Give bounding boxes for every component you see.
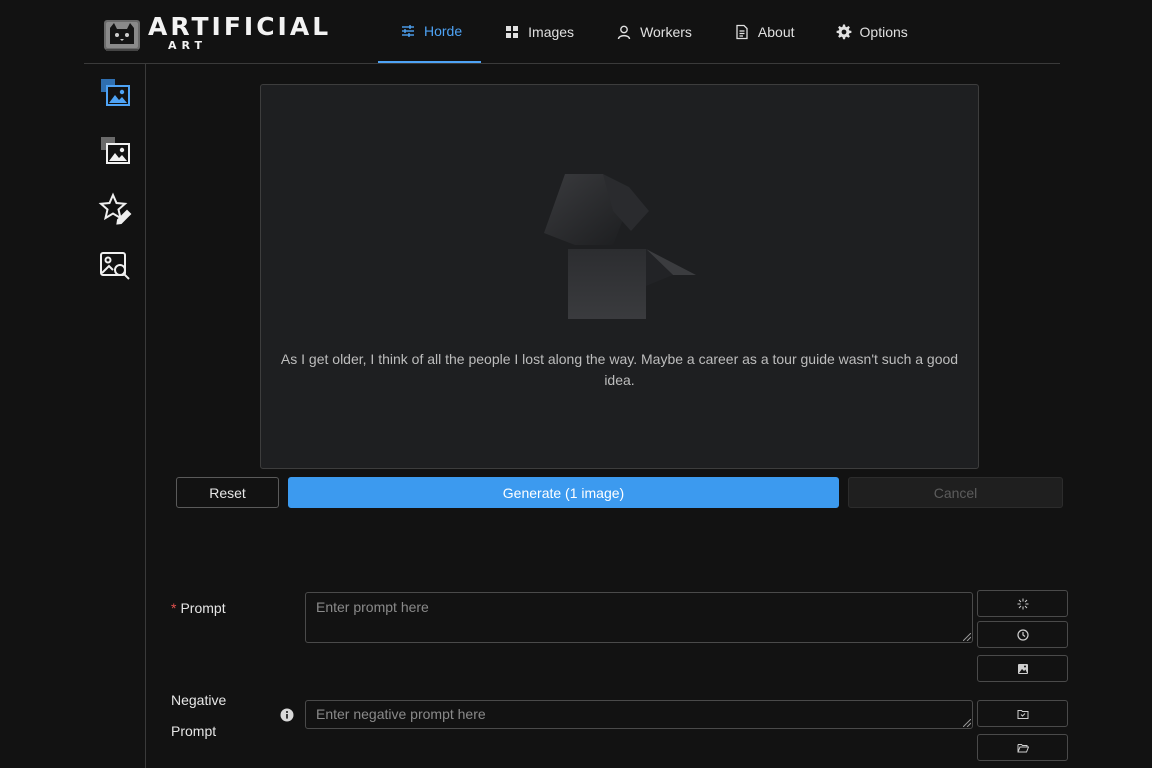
- user-icon: [617, 25, 631, 39]
- image-icon: [1017, 663, 1028, 674]
- load-negative-prompt-button[interactable]: [977, 734, 1068, 761]
- sliders-icon: [402, 24, 414, 37]
- negative-prompt-label-line1: Negative: [171, 692, 227, 708]
- nav-workers-label: Workers: [640, 23, 692, 40]
- logo-subtitle: ART: [168, 39, 207, 52]
- document-icon: [736, 24, 748, 39]
- prompt-history-button[interactable]: [977, 621, 1068, 648]
- logo-title: ARTIFICIAL: [148, 12, 332, 41]
- info-icon[interactable]: [280, 708, 294, 722]
- nav-images-label: Images: [528, 23, 575, 40]
- required-marker: *: [171, 600, 177, 616]
- nav-images[interactable]: Images: [481, 0, 595, 63]
- image-to-image-icon[interactable]: [98, 134, 132, 168]
- negative-prompt-input[interactable]: [305, 700, 973, 729]
- negative-prompt-label-line2: Prompt: [171, 723, 217, 739]
- preview-message: As I get older, I think of all the peopl…: [280, 351, 959, 388]
- top-header: ARTIFICIAL ART Horde Images Workers Abou…: [84, 0, 1060, 64]
- nav-horde[interactable]: Horde: [378, 0, 482, 63]
- prompt-input[interactable]: [305, 592, 973, 643]
- gear-icon: [836, 24, 851, 39]
- save-folder-icon: [1017, 709, 1028, 719]
- random-prompt-button[interactable]: [977, 590, 1068, 617]
- nav-options-label: Options: [859, 23, 908, 40]
- star-edit-icon[interactable]: [98, 192, 132, 226]
- resize-grip-icon[interactable]: [963, 719, 971, 727]
- save-negative-prompt-button[interactable]: [977, 700, 1068, 727]
- sidebar: [84, 64, 146, 768]
- reset-button[interactable]: Reset: [176, 477, 279, 508]
- generate-button[interactable]: Generate (1 image): [288, 477, 839, 508]
- image-search-icon[interactable]: [98, 249, 132, 283]
- prompt-label-text: Prompt: [180, 600, 226, 616]
- main-nav: Horde Images Workers About Options: [378, 0, 908, 64]
- nav-horde-label: Horde: [424, 22, 463, 39]
- resize-grip-icon[interactable]: [963, 633, 971, 641]
- generate-images-icon[interactable]: [98, 76, 132, 110]
- open-folder-icon: [1017, 743, 1029, 752]
- sparkle-icon: [1017, 598, 1028, 609]
- empty-box-icon: [544, 174, 696, 319]
- cancel-button[interactable]: Cancel: [848, 477, 1063, 508]
- nav-workers[interactable]: Workers: [595, 0, 713, 63]
- nav-options[interactable]: Options: [815, 0, 908, 63]
- nav-about-label: About: [757, 23, 795, 40]
- history-icon: [1016, 628, 1029, 641]
- image-preview-panel: As I get older, I think of all the peopl…: [260, 84, 979, 469]
- grid-icon: [506, 25, 519, 38]
- nav-about[interactable]: About: [713, 0, 815, 63]
- cat-logo-icon: [104, 20, 140, 51]
- prompt-label: * Prompt: [171, 600, 226, 616]
- image-prompt-button[interactable]: [977, 655, 1068, 682]
- logo[interactable]: ARTIFICIAL ART: [102, 12, 362, 54]
